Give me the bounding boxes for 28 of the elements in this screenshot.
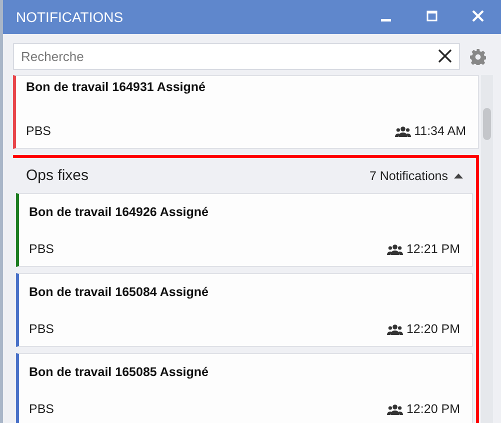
notification-title: Bon de travail 165085 Assigné <box>29 365 208 379</box>
notification-source: PBS <box>26 124 52 138</box>
notification-card[interactable]: Bon de travail 164931 Assigné PBS 11:34 AM <box>13 75 479 149</box>
group-icon <box>395 126 412 136</box>
notification-count: 7 Notifications <box>369 168 448 182</box>
notification-time: 12:21 PM <box>406 242 460 256</box>
notification-card[interactable]: Bon de travail 164926 Assigné PBS 12:21 PM <box>16 193 473 267</box>
notification-source: PBS <box>29 242 54 256</box>
window-title: NOTIFICATIONS <box>16 9 124 25</box>
group-title: Ops fixes <box>26 167 89 184</box>
notification-title: Bon de travail 165084 Assigné <box>29 285 208 299</box>
group-icon <box>387 324 404 334</box>
notification-time: 11:34 AM <box>414 124 466 138</box>
search-field[interactable]: Recherche <box>13 43 460 70</box>
notification-time: 12:20 PM <box>406 322 460 336</box>
notification-time: 12:20 PM <box>406 402 460 416</box>
settings-icon[interactable] <box>470 48 486 64</box>
group-icon <box>387 404 404 414</box>
notification-source: PBS <box>29 322 54 336</box>
group-icon <box>387 244 404 254</box>
clear-icon[interactable] <box>438 49 452 63</box>
notification-card[interactable]: Bon de travail 165084 Assigné PBS 12:20 PM <box>16 273 473 347</box>
notification-card[interactable]: Bon de travail 165085 Assigné PBS 12:20 PM <box>16 353 473 423</box>
scrollbar[interactable] <box>481 75 493 423</box>
collapse-icon[interactable] <box>454 172 463 178</box>
notification-source: PBS <box>29 402 54 416</box>
notification-title: Bon de travail 164926 Assigné <box>29 205 208 219</box>
notification-title: Bon de travail 164931 Assigné <box>26 80 206 94</box>
